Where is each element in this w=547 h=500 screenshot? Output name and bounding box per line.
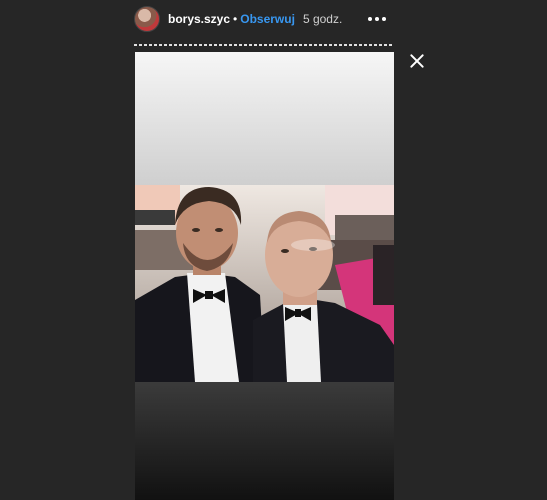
story-header: borys.szyc • Obserwuj 5 godz. <box>134 4 394 34</box>
separator-dot: • <box>233 12 238 26</box>
story-photo <box>135 185 394 382</box>
username-link[interactable]: borys.szyc <box>168 12 230 26</box>
story-bottom-gradient <box>135 382 394 500</box>
photo-illustration <box>135 185 394 382</box>
story-progress-bar <box>134 44 394 46</box>
more-options-icon[interactable] <box>368 11 386 27</box>
close-icon[interactable] <box>407 51 427 71</box>
story-content[interactable] <box>135 52 394 500</box>
timestamp: 5 godz. <box>302 12 343 26</box>
avatar[interactable] <box>134 6 160 32</box>
follow-button[interactable]: Obserwuj <box>240 12 295 26</box>
story-top-gradient <box>135 52 394 185</box>
